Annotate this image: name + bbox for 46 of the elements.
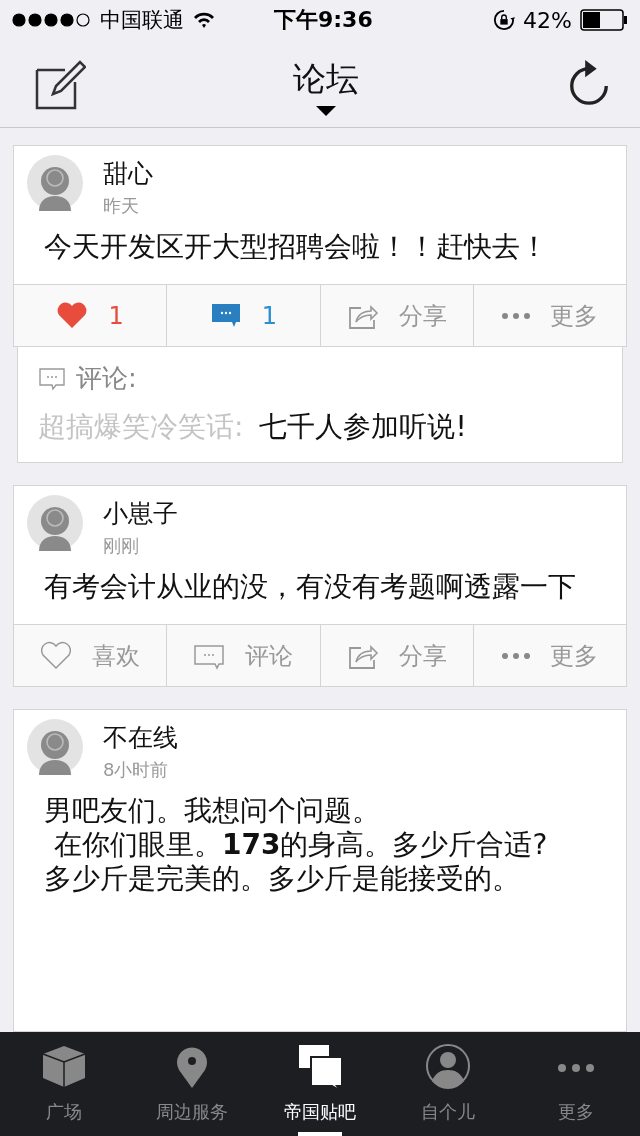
dots-icon xyxy=(501,652,530,659)
wifi-icon xyxy=(192,11,216,29)
heart-icon xyxy=(40,639,73,672)
commenter-name: 超搞爆笑冷笑话: xyxy=(38,409,244,445)
author-name: 甜心 xyxy=(103,158,153,190)
avatar-icon xyxy=(27,495,83,551)
post-text: 今天开发区开大型招聘会啦！！赶快去！ xyxy=(43,229,549,265)
author-name: 小崽子 xyxy=(103,498,178,530)
post-text-line: 男吧友们。我想问个问题。 xyxy=(44,794,381,828)
forum-title-dropdown[interactable]: 论坛 xyxy=(293,51,359,116)
post-time: 昨天 xyxy=(103,194,140,218)
status-time: 下午9:36 xyxy=(274,6,373,34)
tab-item[interactable]: 更多 xyxy=(512,1032,640,1136)
carrier-name: 中国联通 xyxy=(100,7,184,34)
person-icon xyxy=(426,1044,470,1092)
battery-icon xyxy=(580,9,628,31)
like-button[interactable]: 1 xyxy=(14,285,168,346)
post-text: 有考会计从业的没，有没有考题啊透露一下 xyxy=(43,569,577,605)
comment-text: 七千人参加听说! xyxy=(259,409,467,445)
comments-heading: 评论: xyxy=(76,362,137,395)
avatar-icon xyxy=(27,719,83,775)
post-time: 8小时前 xyxy=(103,758,170,782)
post-text-line: 多少斤是完美的。多少斤是能接受的。 xyxy=(44,862,521,896)
selected-indicator xyxy=(298,1132,342,1136)
tab-item[interactable]: 自个儿 xyxy=(384,1032,512,1136)
tab-item[interactable]: 广场 xyxy=(0,1032,128,1136)
share-button[interactable]: 分享 xyxy=(320,285,474,346)
share-button[interactable]: 分享 xyxy=(320,625,474,686)
post-time: 刚刚 xyxy=(103,534,140,558)
comment-button[interactable]: 1 xyxy=(167,285,321,346)
tab-item[interactable]: 帝国贴吧 xyxy=(256,1032,384,1136)
more-button[interactable]: 更多 xyxy=(473,625,626,686)
avatar-icon xyxy=(27,155,83,211)
dots-icon xyxy=(558,1064,594,1072)
dots-icon xyxy=(501,312,530,319)
comment-button[interactable]: 评论 xyxy=(167,625,321,686)
rotation-lock-icon xyxy=(493,9,516,31)
author-name: 不在线 xyxy=(103,722,178,754)
caret-icon xyxy=(316,106,336,116)
tab-item[interactable]: 周边服务 xyxy=(128,1032,256,1136)
more-button[interactable]: 更多 xyxy=(473,285,626,346)
speech-bubble-icon xyxy=(38,366,66,391)
post-text-line: 在你们眼里。173的身高。多少斤合适? xyxy=(53,828,549,862)
signal-icon xyxy=(12,13,92,27)
battery-percent: 42% xyxy=(523,7,572,33)
like-button[interactable]: 喜欢 xyxy=(14,625,168,686)
